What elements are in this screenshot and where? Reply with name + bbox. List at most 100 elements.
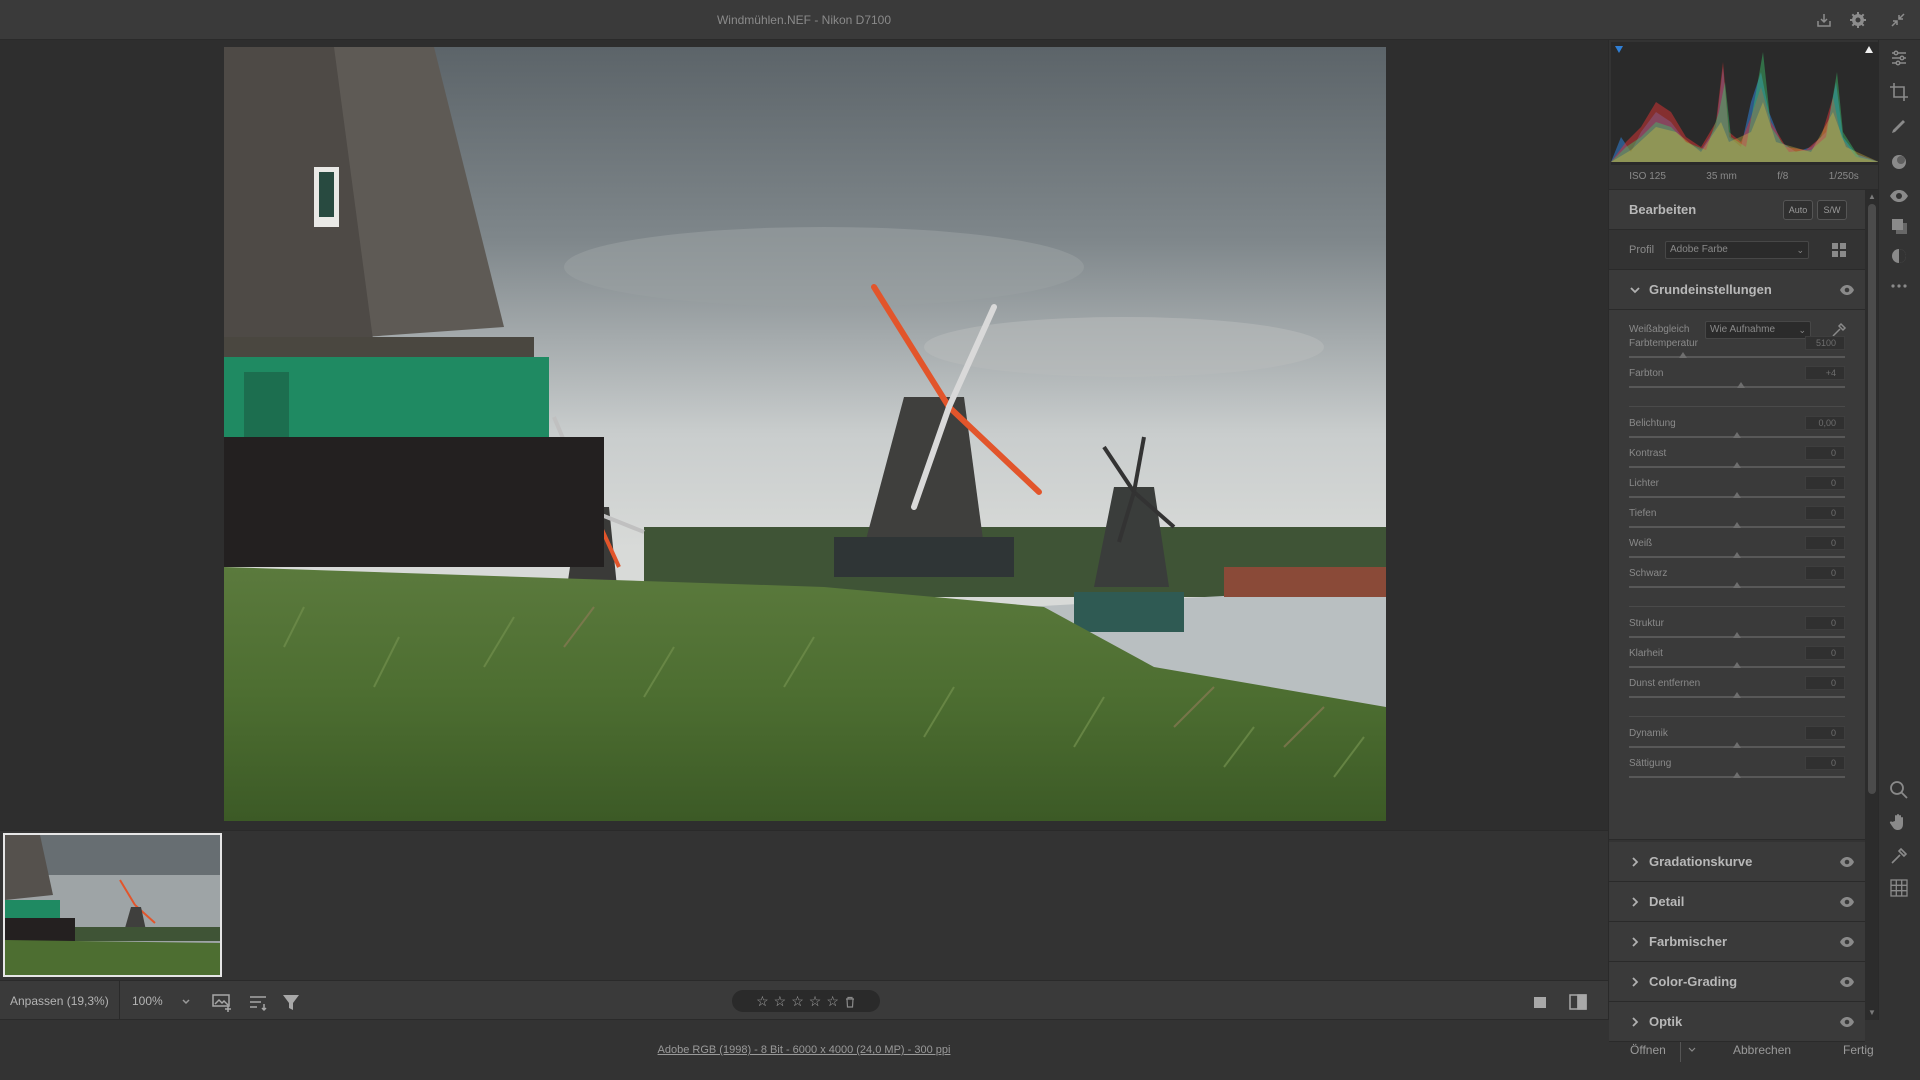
- auto-button[interactable]: Auto: [1783, 200, 1813, 220]
- filmstrip-thumbnail[interactable]: [3, 833, 222, 977]
- gear-icon[interactable]: [1848, 10, 1868, 30]
- slider-thumb[interactable]: [1733, 462, 1741, 468]
- slider-thumb[interactable]: [1733, 432, 1741, 438]
- slider-value-input[interactable]: 0: [1805, 536, 1845, 550]
- filmstrip-toggle-icon[interactable]: [211, 991, 233, 1013]
- slider-8[interactable]: Struktur 0: [1629, 616, 1845, 646]
- slider-track[interactable]: [1629, 356, 1845, 358]
- slider-value-input[interactable]: 0: [1805, 616, 1845, 630]
- slider-label: Lichter: [1629, 478, 1660, 489]
- scroll-up-icon[interactable]: ▲: [1867, 192, 1877, 202]
- slider-value-input[interactable]: 0: [1805, 446, 1845, 460]
- hand-icon[interactable]: [1889, 812, 1911, 834]
- eye-icon[interactable]: [1839, 1015, 1855, 1029]
- slider-thumb[interactable]: [1733, 742, 1741, 748]
- masking-icon[interactable]: [1889, 152, 1911, 174]
- slider-value-input[interactable]: 0: [1805, 646, 1845, 660]
- slider-value-input[interactable]: 0: [1805, 756, 1845, 770]
- section-basic-header[interactable]: Grundeinstellungen: [1609, 270, 1865, 310]
- slider-thumb[interactable]: [1679, 352, 1687, 358]
- eye-icon[interactable]: [1839, 975, 1855, 989]
- more-icon[interactable]: [1889, 276, 1911, 298]
- scroll-down-icon[interactable]: ▼: [1867, 1008, 1877, 1018]
- slider-6[interactable]: Weiß 0: [1629, 536, 1845, 566]
- slider-label: Kontrast: [1629, 448, 1667, 459]
- slider-2[interactable]: Belichtung 0,00: [1629, 416, 1845, 446]
- filter-icon[interactable]: [280, 991, 302, 1013]
- slider-thumb[interactable]: [1733, 522, 1741, 528]
- slider-9[interactable]: Klarheit 0: [1629, 646, 1845, 676]
- section-color-grading[interactable]: Color-Grading: [1609, 962, 1865, 1002]
- chevron-right-icon: [1629, 1015, 1641, 1027]
- grid-overlay-icon[interactable]: [1889, 878, 1911, 900]
- slider-thumb[interactable]: [1733, 692, 1741, 698]
- workflow-options-link[interactable]: Adobe RGB (1998) - 8 Bit - 6000 x 4000 (…: [0, 1020, 1608, 1080]
- star-icon[interactable]: ☆: [826, 994, 839, 1008]
- star-icon[interactable]: ☆: [791, 994, 804, 1008]
- image-canvas[interactable]: [0, 40, 1608, 830]
- presets-icon[interactable]: [1889, 246, 1911, 268]
- shadow-clipping-icon[interactable]: [1615, 46, 1623, 53]
- bottom-toolbar: Anpassen (19,3%) 100% ☆ ☆ ☆ ☆ ☆: [0, 980, 1608, 1021]
- edit-sliders-icon[interactable]: [1889, 48, 1911, 70]
- star-icon[interactable]: ☆: [774, 994, 787, 1008]
- slider-thumb[interactable]: [1733, 552, 1741, 558]
- slider-1[interactable]: Farbton +4: [1629, 366, 1845, 396]
- zoom-fit-dropdown[interactable]: Anpassen (19,3%): [0, 981, 120, 1021]
- single-view-icon[interactable]: [1529, 991, 1551, 1013]
- slider-thumb[interactable]: [1733, 492, 1741, 498]
- slider-thumb[interactable]: [1733, 772, 1741, 778]
- slider-value-input[interactable]: 0,00: [1805, 416, 1845, 430]
- slider-11[interactable]: Dynamik 0: [1629, 726, 1845, 756]
- slider-value-input[interactable]: 0: [1805, 566, 1845, 580]
- slider-4[interactable]: Lichter 0: [1629, 476, 1845, 506]
- section-optics[interactable]: Optik: [1609, 1002, 1865, 1042]
- slider-3[interactable]: Kontrast 0: [1629, 446, 1845, 476]
- eye-icon[interactable]: [1839, 855, 1855, 869]
- slider-value-input[interactable]: 0: [1805, 726, 1845, 740]
- section-tone-curve[interactable]: Gradationskurve: [1609, 842, 1865, 882]
- slider-thumb[interactable]: [1737, 382, 1746, 388]
- export-icon[interactable]: [1814, 10, 1834, 30]
- sort-icon[interactable]: [247, 991, 269, 1013]
- eye-icon[interactable]: [1839, 283, 1855, 297]
- collapse-icon[interactable]: [1888, 10, 1908, 30]
- trash-icon[interactable]: [844, 995, 856, 1008]
- slider-thumb[interactable]: [1733, 582, 1741, 588]
- slider-value-input[interactable]: 0: [1805, 476, 1845, 490]
- slider-thumb[interactable]: [1733, 632, 1741, 638]
- highlight-clipping-icon[interactable]: [1865, 46, 1873, 53]
- scrollbar-thumb[interactable]: [1868, 204, 1876, 794]
- slider-12[interactable]: Sättigung 0: [1629, 756, 1845, 786]
- panel-scrollbar[interactable]: ▲ ▼: [1865, 190, 1879, 1020]
- compare-view-icon[interactable]: [1567, 991, 1589, 1013]
- star-icon[interactable]: ☆: [809, 994, 822, 1008]
- star-icon[interactable]: ☆: [756, 994, 769, 1008]
- slider-7[interactable]: Schwarz 0: [1629, 566, 1845, 596]
- slider-value-input[interactable]: 0: [1805, 506, 1845, 520]
- slider-value-input[interactable]: 5100: [1805, 336, 1845, 350]
- section-detail[interactable]: Detail: [1609, 882, 1865, 922]
- slider-0[interactable]: Farbtemperatur 5100: [1629, 336, 1845, 366]
- snapshots-icon[interactable]: [1889, 216, 1911, 238]
- slider-thumb[interactable]: [1733, 662, 1741, 668]
- section-color-mixer[interactable]: Farbmischer: [1609, 922, 1865, 962]
- slider-label: Klarheit: [1629, 648, 1663, 659]
- red-eye-icon[interactable]: [1889, 186, 1911, 208]
- zoom-icon[interactable]: [1889, 780, 1911, 802]
- slider-value-input[interactable]: +4: [1805, 366, 1845, 380]
- profile-dropdown[interactable]: Adobe Farbe ⌄: [1665, 241, 1809, 259]
- healing-brush-icon[interactable]: [1889, 116, 1911, 138]
- sampler-icon[interactable]: [1889, 846, 1911, 868]
- eye-icon[interactable]: [1839, 895, 1855, 909]
- crop-icon[interactable]: [1889, 82, 1911, 104]
- bw-button[interactable]: S/W: [1817, 200, 1847, 220]
- eye-icon[interactable]: [1839, 935, 1855, 949]
- profile-browser-icon[interactable]: [1831, 242, 1847, 258]
- slider-10[interactable]: Dunst entfernen 0: [1629, 676, 1845, 706]
- slider-label: Struktur: [1629, 618, 1665, 629]
- slider-value-input[interactable]: 0: [1805, 676, 1845, 690]
- slider-group-divider: [1629, 606, 1845, 607]
- slider-5[interactable]: Tiefen 0: [1629, 506, 1845, 536]
- chevron-down-icon[interactable]: [178, 993, 194, 1009]
